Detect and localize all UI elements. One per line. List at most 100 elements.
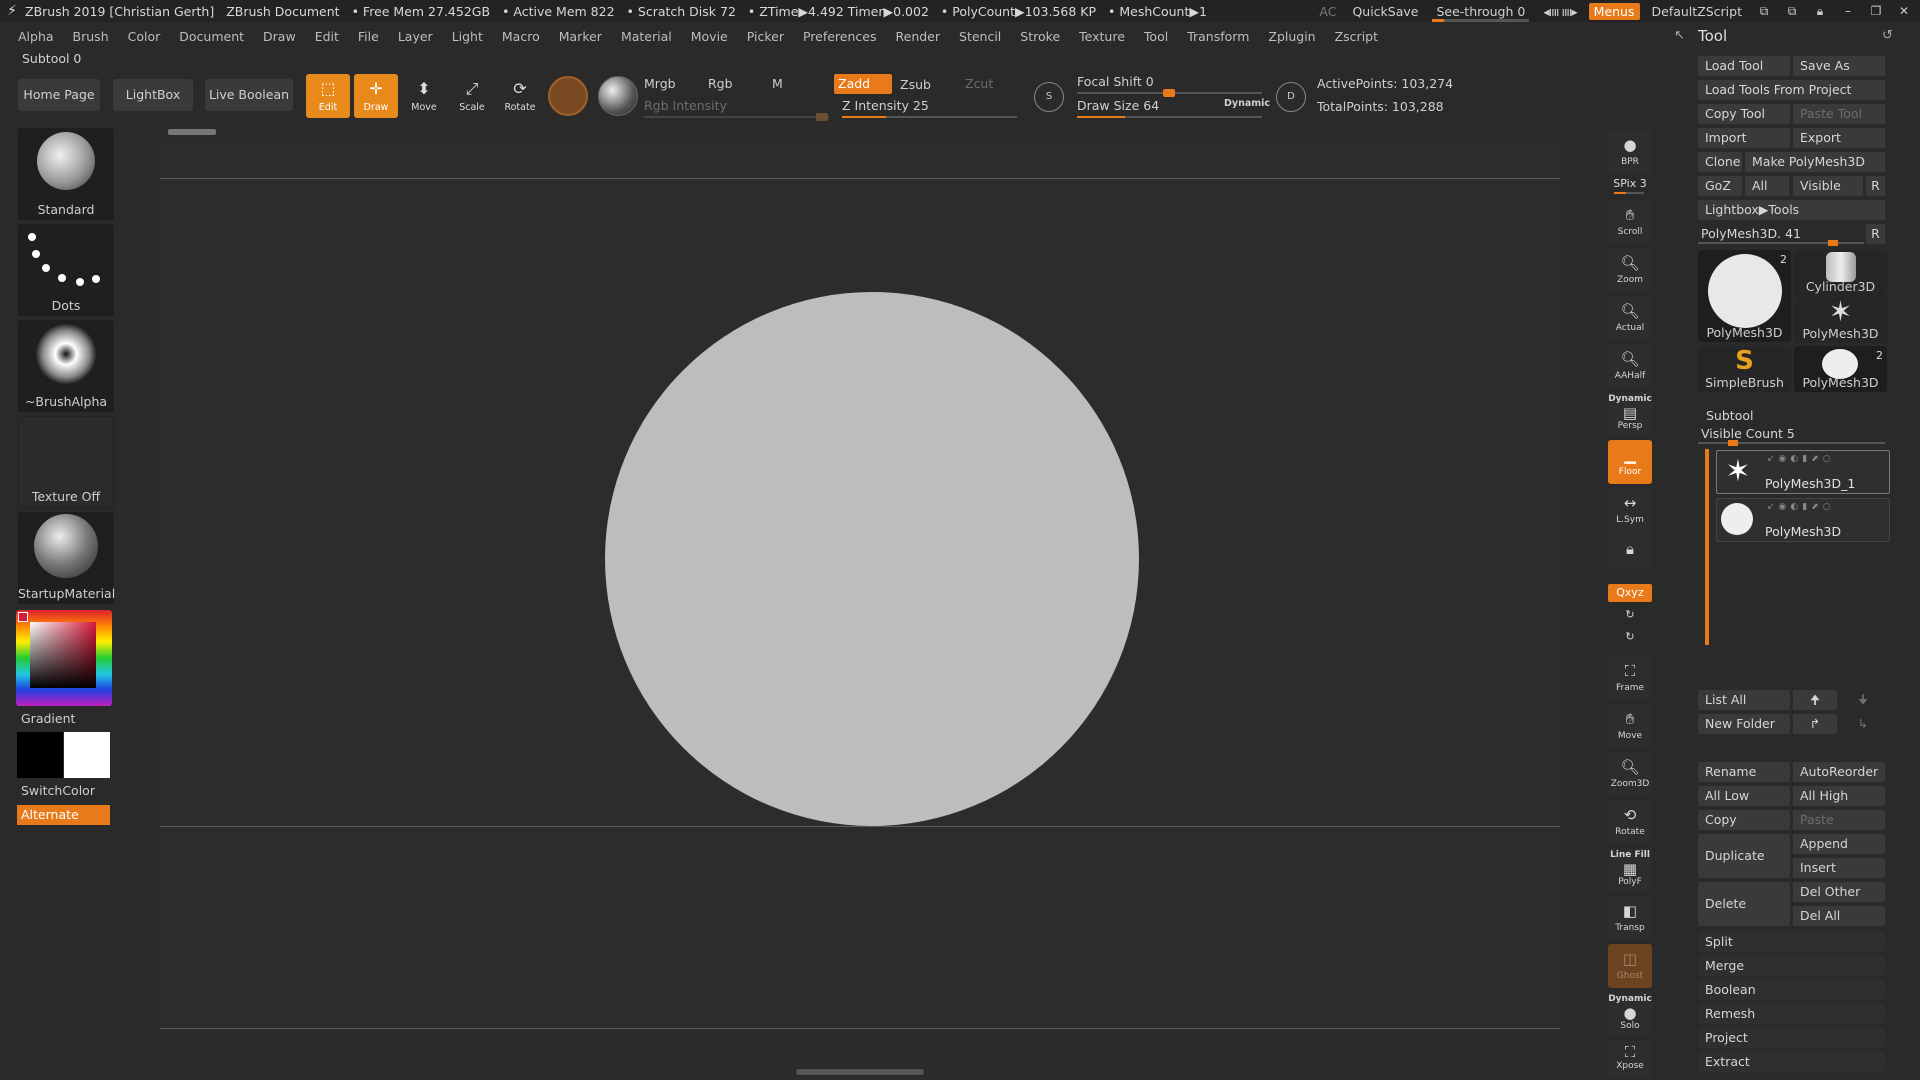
menu-file[interactable]: File [358, 29, 379, 44]
primary-color-swatch[interactable] [64, 732, 110, 778]
layout-icon[interactable]: ⧉ [1754, 4, 1774, 19]
minimize-icon[interactable]: – [1838, 4, 1858, 18]
menus-button[interactable]: Menus [1588, 2, 1640, 20]
goz-button[interactable]: GoZ [1698, 176, 1742, 196]
menu-zplugin[interactable]: Zplugin [1268, 29, 1315, 44]
menu-movie[interactable]: Movie [691, 29, 728, 44]
paste-button[interactable]: Paste [1793, 810, 1885, 830]
split-section[interactable]: Split [1698, 932, 1885, 952]
menu-zscript[interactable]: Zscript [1335, 29, 1378, 44]
quicksave-button[interactable]: QuickSave [1348, 4, 1422, 19]
subtool-section-title[interactable]: Subtool [1706, 408, 1753, 423]
sphere-mesh[interactable] [605, 292, 1139, 826]
bpr-button[interactable]: ● BPR [1608, 130, 1652, 174]
goz-r-button[interactable]: R [1866, 176, 1885, 196]
focal-shift-track[interactable] [1077, 89, 1262, 97]
visible-count-knob[interactable] [1728, 440, 1738, 446]
menu-draw[interactable]: Draw [263, 29, 296, 44]
home-page-tab[interactable]: Home Page [18, 79, 100, 111]
auto-reorder-button[interactable]: AutoReorder [1793, 762, 1885, 782]
secondary-color-swatch[interactable] [17, 732, 63, 778]
xyz-rotate-button[interactable]: Qxyz [1608, 584, 1652, 602]
load-tools-from-project-button[interactable]: Load Tools From Project [1698, 80, 1885, 100]
aahalf-button[interactable]: 🔍︎ AAHalf [1608, 344, 1652, 388]
goz-visible-button[interactable]: Visible [1793, 176, 1863, 196]
mrgb-toggle[interactable]: Mrgb [644, 76, 676, 91]
ghost-button[interactable]: ◫ Ghost [1608, 944, 1652, 988]
folder-arrow-icon[interactable]: ↱ [1793, 714, 1837, 734]
close-icon[interactable]: ✕ [1894, 4, 1914, 18]
menu-macro[interactable]: Macro [502, 29, 540, 44]
menu-render[interactable]: Render [896, 29, 941, 44]
menu-edit[interactable]: Edit [315, 29, 339, 44]
new-folder-button[interactable]: New Folder [1698, 714, 1790, 734]
zsub-toggle[interactable]: Zsub [900, 77, 931, 92]
del-other-button[interactable]: Del Other [1793, 882, 1885, 902]
import-button[interactable]: Import [1698, 128, 1790, 148]
subtool-item-polymesh3d-1[interactable]: ✶ ↙◉◐▮⬈○ PolyMesh3D_1 [1716, 450, 1890, 494]
scroll-button[interactable]: ✋︎ Scroll [1608, 200, 1652, 244]
arrows-icon[interactable]: ◂ıııı ıııı▸ [1539, 4, 1580, 19]
xpose-button[interactable]: ⛶ Xpose [1608, 1040, 1652, 1078]
focal-shift-slider[interactable]: Focal Shift 0 [1077, 74, 1154, 89]
rename-button[interactable]: Rename [1698, 762, 1790, 782]
focal-s-icon[interactable]: S [1034, 82, 1064, 112]
zoom-button[interactable]: 🔍︎ Zoom [1608, 248, 1652, 292]
subtool-item-polymesh3d[interactable]: ↙◉◐▮⬈○ PolyMesh3D [1716, 498, 1890, 542]
alpha-thumbnail[interactable]: ~BrushAlpha [18, 320, 114, 412]
rotate-button[interactable]: ⟳ Rotate [498, 74, 542, 118]
tool-palette-header[interactable]: ↖ Tool ↺ [1674, 24, 1902, 48]
move-up-icon[interactable]: 🠉 [1793, 690, 1837, 710]
pin-icon[interactable]: ↖ [1674, 24, 1685, 48]
move-view-button[interactable]: ✋︎ Move [1608, 704, 1652, 748]
rgb-intensity-track[interactable] [644, 113, 829, 121]
make-polymesh-button[interactable]: Make PolyMesh3D [1745, 152, 1885, 172]
draw-size-slider[interactable]: Draw Size 64 [1077, 98, 1159, 113]
goz-all-button[interactable]: All [1745, 176, 1789, 196]
delete-button[interactable]: Delete [1698, 882, 1790, 926]
zadd-toggle[interactable]: Zadd [834, 74, 892, 94]
menu-document[interactable]: Document [179, 29, 244, 44]
floor-button[interactable]: ▁ Floor [1608, 440, 1652, 484]
switch-color-button[interactable]: SwitchColor [21, 783, 95, 798]
menu-stencil[interactable]: Stencil [959, 29, 1001, 44]
subtool-list-scrollbar[interactable] [1705, 449, 1709, 645]
clone-button[interactable]: Clone [1698, 152, 1742, 172]
frame-button[interactable]: ⛶ Frame [1608, 656, 1652, 700]
color-saturation-square[interactable] [30, 622, 96, 688]
current-tool-track[interactable] [1698, 240, 1864, 246]
duplicate-button[interactable]: Duplicate [1698, 834, 1790, 878]
y-rotate-button[interactable]: ↻ [1608, 604, 1652, 624]
menu-alpha[interactable]: Alpha [18, 29, 54, 44]
dynamic-toggle[interactable]: Dynamic [1224, 98, 1270, 109]
tool-card-cylinder[interactable]: Cylinder3D [1794, 250, 1887, 296]
save-as-button[interactable]: Save As [1793, 56, 1885, 76]
zcut-toggle[interactable]: Zcut [965, 76, 993, 91]
rgb-toggle[interactable]: Rgb [708, 76, 733, 91]
merge-section[interactable]: Merge [1698, 956, 1885, 976]
project-section[interactable]: Project [1698, 1028, 1885, 1048]
z-intensity-slider[interactable]: Z Intensity 25 [842, 98, 929, 113]
lightbox-tools-button[interactable]: Lightbox▶Tools [1698, 200, 1885, 220]
append-button[interactable]: Append [1793, 834, 1885, 854]
current-tool-knob[interactable] [1828, 240, 1838, 246]
all-high-button[interactable]: All High [1793, 786, 1885, 806]
palette-reset-icon[interactable]: ↺ [1882, 24, 1893, 48]
menu-tool[interactable]: Tool [1144, 29, 1168, 44]
del-all-button[interactable]: Del All [1793, 906, 1885, 926]
focal-shift-knob[interactable] [1163, 89, 1175, 97]
spix-slider[interactable]: SPix 3 [1608, 177, 1652, 190]
current-tool-slider[interactable]: PolyMesh3D. 41 [1701, 226, 1801, 241]
tool-card-polymesh-2[interactable]: 2 PolyMesh3D [1794, 346, 1887, 392]
lsym-button[interactable]: ↔ L.Sym [1608, 488, 1652, 532]
menu-material[interactable]: Material [621, 29, 672, 44]
z-rotate-button[interactable]: ↻ [1608, 626, 1652, 646]
menu-transform[interactable]: Transform [1187, 29, 1249, 44]
menu-stroke[interactable]: Stroke [1020, 29, 1060, 44]
menu-texture[interactable]: Texture [1079, 29, 1125, 44]
polyf-button[interactable]: Line Fill ▦ PolyF [1608, 848, 1652, 892]
spix-track[interactable] [1614, 192, 1644, 194]
horizontal-scroll-handle[interactable] [168, 129, 216, 135]
selected-color-swatch[interactable] [18, 612, 28, 622]
color-picker[interactable] [16, 610, 112, 706]
